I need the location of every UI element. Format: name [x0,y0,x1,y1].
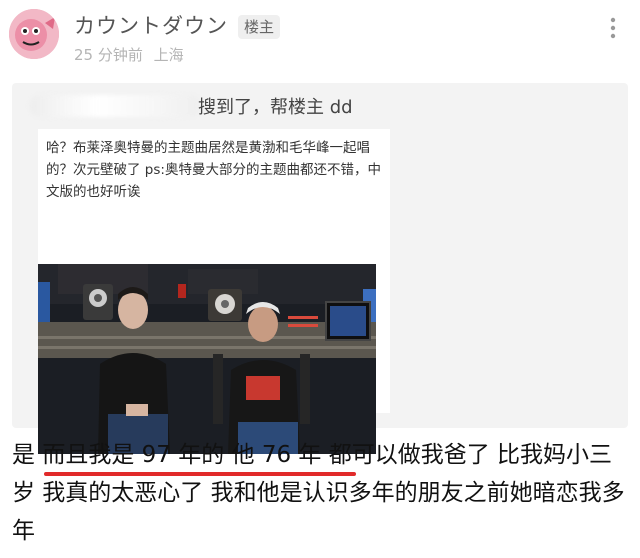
shared-post-text: 哈？布莱泽奥特曼的主题曲居然是黄渤和毛华峰一起唱的？次元壁破了 ps:奥特曼大部… [46,140,381,200]
more-vertical-icon[interactable] [602,16,624,40]
username[interactable]: カウントダウン [74,10,228,40]
avatar-image [9,9,59,59]
post-body-highlight: 而且我是 97 年的 他 76 年 [42,442,322,468]
video-thumbnail[interactable] [38,264,376,454]
post-meta: 25 分钟前 上海 [74,44,184,65]
post-body-prefix: 是 [12,442,43,468]
blurred-username [30,95,200,117]
post-time: 25 分钟前 [74,46,143,64]
op-badge: 楼主 [238,15,281,39]
red-underline [44,472,356,476]
quoted-post[interactable]: 搜到了，帮楼主 dd 哈？布莱泽奥特曼的主题曲居然是黄渤和毛华峰一起唱的？次元壁… [12,83,628,454]
avatar[interactable] [9,9,59,59]
quote-reply-text: 搜到了，帮楼主 dd [198,97,353,118]
post-body: 是 而且我是 97 年的 他 76 年 都可以做我爸了 比我妈小三岁 我真的太恶… [12,436,632,550]
shared-card[interactable]: 哈？布莱泽奥特曼的主题曲居然是黄渤和毛华峰一起唱的？次元壁破了 ps:奥特曼大部… [38,129,390,454]
post-location: 上海 [153,46,184,64]
